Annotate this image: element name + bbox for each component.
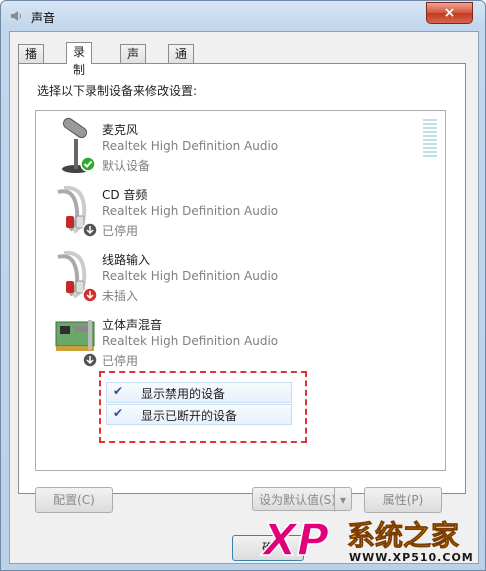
cd-audio-rca-cable-icon <box>52 182 100 240</box>
svg-text:XP: XP <box>260 515 329 566</box>
device-driver: Realtek High Definition Audio <box>102 269 279 283</box>
instruction-text: 选择以下录制设备来修改设置: <box>37 84 198 98</box>
checkmark-icon: ✔ <box>113 384 124 398</box>
set-default-label: 设为默认值(S) <box>259 493 336 507</box>
device-driver: Realtek High Definition Audio <box>102 204 279 218</box>
device-name: CD 音频 <box>102 188 148 202</box>
device-status: 已停用 <box>102 354 139 368</box>
sound-dialog-window: 声音 × 播放 录制 声音 通信 选择以下录制设备来修改设置: <box>0 0 486 571</box>
window-title: 声音 <box>31 11 56 25</box>
line-in-rca-cable-icon <box>52 247 100 305</box>
device-item-microphone[interactable]: 麦克风 Realtek High Definition Audio 默认设备 <box>42 117 372 177</box>
device-driver: Realtek High Definition Audio <box>102 139 279 153</box>
configure-button[interactable]: 配置(C) <box>35 487 113 513</box>
set-default-button[interactable]: 设为默认值(S) ▾ <box>252 487 352 512</box>
speaker-icon <box>9 9 23 23</box>
device-status: 已停用 <box>102 224 139 238</box>
list-context-menu: ✔ 显示禁用的设备 ✔ 显示已断开的设备 <box>99 371 307 443</box>
tab-recording[interactable]: 录制 <box>66 42 93 77</box>
watermark-url: WWW.XP510.COM <box>349 551 474 564</box>
title-bar[interactable]: 声音 × <box>1 1 485 31</box>
menu-item-label: 显示已断开的设备 <box>141 409 238 423</box>
tab-sounds[interactable]: 声音 <box>120 44 147 79</box>
properties-button[interactable]: 属性(P) <box>364 487 442 513</box>
dialog-client-area: 播放 录制 声音 通信 选择以下录制设备来修改设置: <box>9 31 479 564</box>
tab-playback[interactable]: 播放 <box>18 44 45 79</box>
device-driver: Realtek High Definition Audio <box>102 334 279 348</box>
device-name: 麦克风 <box>102 123 139 137</box>
close-button[interactable]: × <box>426 2 473 24</box>
device-name: 立体声混音 <box>102 318 163 332</box>
menu-item-label: 显示禁用的设备 <box>141 387 226 401</box>
chevron-down-icon[interactable]: ▾ <box>334 488 351 512</box>
checkmark-icon: ✔ <box>113 406 124 420</box>
device-status: 未插入 <box>102 289 139 303</box>
tab-communications[interactable]: 通信 <box>168 44 195 79</box>
site-watermark-logo: XP 系统之家 WWW.XP510.COM <box>259 511 485 569</box>
microphone-icon <box>52 117 100 175</box>
close-icon: × <box>443 5 456 21</box>
sound-card-icon <box>52 312 100 370</box>
menu-item-show-disabled[interactable]: ✔ 显示禁用的设备 <box>106 382 292 403</box>
device-name: 线路输入 <box>102 253 151 267</box>
svg-text:系统之家: 系统之家 <box>347 519 459 552</box>
device-item-stereo-mix[interactable]: 立体声混音 Realtek High Definition Audio 已停用 <box>42 312 372 372</box>
device-item-line-in[interactable]: 线路输入 Realtek High Definition Audio 未插入 <box>42 247 372 307</box>
device-item-cd-audio[interactable]: CD 音频 Realtek High Definition Audio 已停用 <box>42 182 372 242</box>
scrollbar-thumb[interactable] <box>423 119 437 159</box>
device-status: 默认设备 <box>102 159 151 173</box>
menu-item-show-disconnected[interactable]: ✔ 显示已断开的设备 <box>106 404 292 425</box>
